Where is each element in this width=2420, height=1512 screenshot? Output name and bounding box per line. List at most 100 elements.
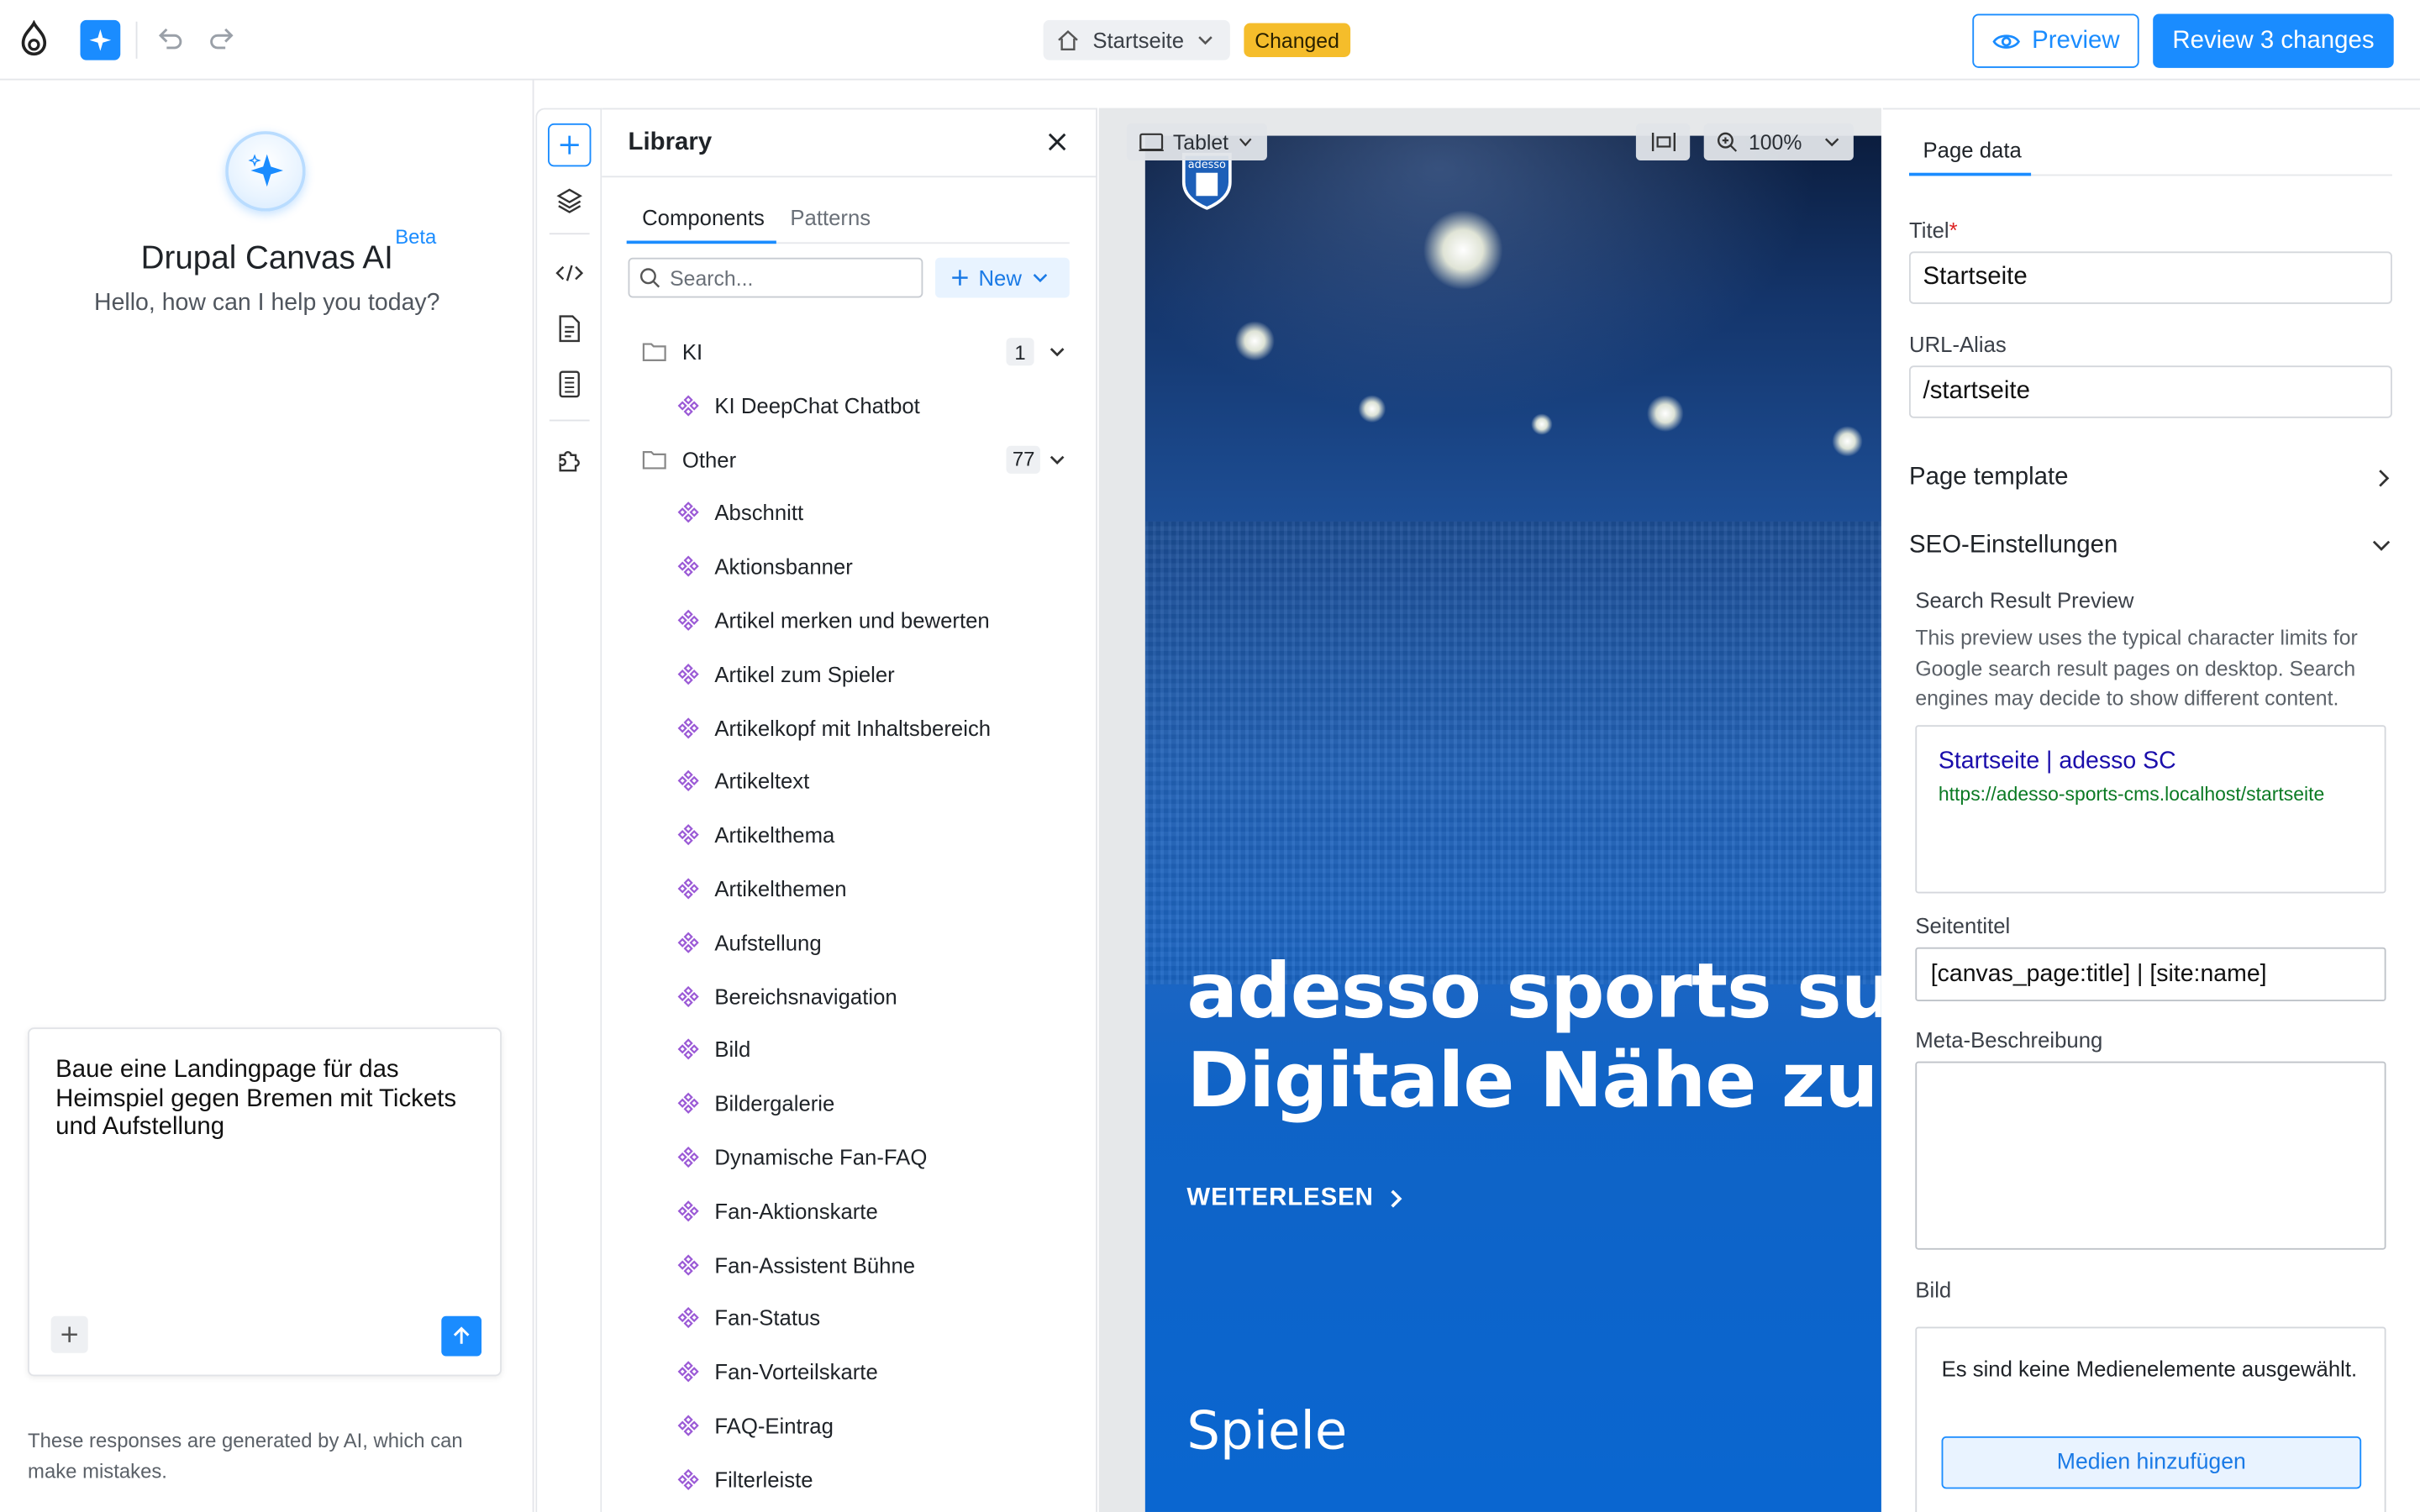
document-icon[interactable] xyxy=(553,312,587,345)
editor-side-rail xyxy=(535,108,602,1512)
page-data-panel: Page data Titel* Startseite URL-Alias /s… xyxy=(1882,108,2420,1512)
ai-panel-title: Drupal Canvas AI xyxy=(140,240,393,276)
library-component-item[interactable]: Bild xyxy=(677,1032,1063,1066)
close-icon[interactable] xyxy=(1044,128,1071,155)
library-search-input[interactable]: Search... xyxy=(628,257,923,298)
component-icon xyxy=(677,824,699,846)
component-label: Fan-Assistent Bühne xyxy=(714,1252,916,1278)
prompt-text[interactable]: Baue eine Landingpage für das Heimspiel … xyxy=(55,1057,487,1142)
component-label: Dynamische Fan-FAQ xyxy=(714,1144,928,1170)
required-mark: * xyxy=(1949,217,1958,243)
tablet-preview-frame[interactable]: adesso adesso sports summ Digitale Nähe … xyxy=(1144,135,1881,1512)
component-icon xyxy=(677,717,699,738)
review-changes-button[interactable]: Review 3 changes xyxy=(2153,13,2394,68)
library-component-item[interactable]: Artikel zum Spieler xyxy=(677,657,1063,690)
page-selector[interactable]: Startseite xyxy=(1043,19,1230,60)
url-alias-label: URL-Alias xyxy=(1908,331,2007,357)
preview-button[interactable]: Preview xyxy=(1972,13,2139,68)
fit-width-button[interactable] xyxy=(1635,123,1691,161)
url-alias-input[interactable]: /startseite xyxy=(1908,365,2392,418)
chevron-down-icon[interactable] xyxy=(1046,449,1068,470)
component-library-panel: Library Components Patterns Search... Ne… xyxy=(602,108,1097,1512)
plus-icon xyxy=(560,135,579,155)
seitentitel-input[interactable]: [canvas_page:title] | [site:name] xyxy=(1915,947,2386,1002)
chevron-down-icon[interactable] xyxy=(1046,341,1068,363)
library-group-1[interactable]: Other 77 xyxy=(642,441,1074,478)
library-component-item[interactable]: Artikelthema xyxy=(677,818,1063,852)
rail-divider xyxy=(549,233,590,235)
title-input[interactable]: Startseite xyxy=(1908,251,2392,304)
library-component-item[interactable]: Bildergalerie xyxy=(677,1086,1063,1120)
tab-patterns[interactable]: Patterns xyxy=(790,205,871,229)
component-label: KI DeepChat Chatbot xyxy=(714,392,920,418)
device-selector[interactable]: Tablet xyxy=(1126,123,1267,161)
page-template-toggle[interactable]: Page template xyxy=(1909,465,2392,492)
library-component-item[interactable]: Fan-Vorteilskarte xyxy=(677,1355,1063,1389)
zoom-level: 100% xyxy=(1748,130,1802,154)
component-icon xyxy=(677,1468,699,1490)
page-template-label: Page template xyxy=(1908,464,2069,491)
component-label: Artikelkopf mit Inhaltsbereich xyxy=(714,715,992,740)
chevron-down-icon xyxy=(2372,540,2391,551)
component-icon xyxy=(677,1039,699,1061)
new-component-button[interactable]: New xyxy=(935,257,1070,298)
read-more-label: WEITERLESEN xyxy=(1186,1184,1374,1211)
prompt-input[interactable]: Baue eine Landingpage für das Heimspiel … xyxy=(28,1027,502,1377)
library-component-item[interactable]: Artikel merken und bewerten xyxy=(677,603,1063,637)
chevron-down-icon xyxy=(1239,138,1252,147)
component-label: FAQ-Eintrag xyxy=(714,1413,834,1438)
group-name: Other xyxy=(681,446,737,472)
status-badge: Changed xyxy=(1244,23,1350,57)
page-selector-label: Startseite xyxy=(1092,28,1185,53)
library-component-item[interactable]: Dynamische Fan-FAQ xyxy=(677,1140,1063,1173)
toolbar-divider xyxy=(135,21,138,59)
library-component-item[interactable]: Fan-Status xyxy=(677,1301,1063,1335)
add-media-button[interactable]: Medien hinzufügen xyxy=(1941,1436,2362,1489)
ai-assistant-button[interactable] xyxy=(80,19,121,60)
library-component-item[interactable]: Fan-Aktionskarte xyxy=(677,1194,1063,1227)
redo-icon[interactable] xyxy=(205,24,239,57)
component-label: Filterleiste xyxy=(714,1467,813,1492)
read-more-link[interactable]: WEITERLESEN xyxy=(1186,1185,1404,1213)
component-icon xyxy=(677,985,699,1007)
library-component-item[interactable]: KI DeepChat Chatbot xyxy=(677,388,1063,422)
tab-components[interactable]: Components xyxy=(642,205,765,229)
new-button-label: New xyxy=(978,265,1022,291)
extensions-icon[interactable] xyxy=(553,443,587,476)
attach-button[interactable] xyxy=(50,1315,88,1353)
library-component-item[interactable]: Aktionsbanner xyxy=(677,549,1063,583)
library-title: Library xyxy=(628,129,713,156)
ai-avatar-icon xyxy=(225,131,306,212)
group-name: KI xyxy=(681,339,703,365)
library-component-item[interactable]: Fan-Assistent Bühne xyxy=(677,1247,1063,1281)
club-logo-text: adesso xyxy=(1188,159,1226,171)
library-component-item[interactable]: Artikelthemen xyxy=(677,872,1063,906)
library-component-item[interactable]: Artikeltext xyxy=(677,764,1063,798)
library-group-0[interactable]: KI 1 xyxy=(642,333,1074,370)
library-component-item[interactable]: Abschnitt xyxy=(677,496,1063,529)
component-label: Artikelthema xyxy=(714,822,835,848)
tab-page-data[interactable]: Page data xyxy=(1923,137,2022,161)
component-icon xyxy=(677,1415,699,1436)
zoom-selector[interactable]: 100% xyxy=(1703,123,1854,161)
code-icon[interactable] xyxy=(553,256,587,290)
meta-description-textarea[interactable] xyxy=(1915,1061,2386,1250)
seo-settings-toggle[interactable]: SEO-Einstellungen xyxy=(1909,533,2392,560)
library-component-item[interactable]: FAQ-Eintrag xyxy=(677,1409,1063,1442)
add-component-button[interactable] xyxy=(548,123,592,167)
library-component-item[interactable]: Aufstellung xyxy=(677,926,1063,959)
library-component-item[interactable]: Bereichsnavigation xyxy=(677,979,1063,1013)
drupal-logo-icon[interactable] xyxy=(15,19,52,60)
library-component-item[interactable]: Artikelkopf mit Inhaltsbereich xyxy=(677,711,1063,744)
games-section-title: Spiele xyxy=(1186,1400,1348,1463)
send-button[interactable] xyxy=(441,1315,482,1357)
layers-icon[interactable] xyxy=(553,184,587,218)
library-component-item[interactable]: Filterleiste xyxy=(677,1462,1063,1496)
zoom-in-icon xyxy=(1717,132,1738,152)
chevron-right-icon xyxy=(2379,470,2390,487)
template-icon[interactable] xyxy=(553,367,587,401)
arrow-up-icon xyxy=(453,1326,470,1344)
undo-icon[interactable] xyxy=(153,24,187,57)
preview-button-label: Preview xyxy=(2032,27,2120,54)
plus-icon xyxy=(61,1326,77,1342)
